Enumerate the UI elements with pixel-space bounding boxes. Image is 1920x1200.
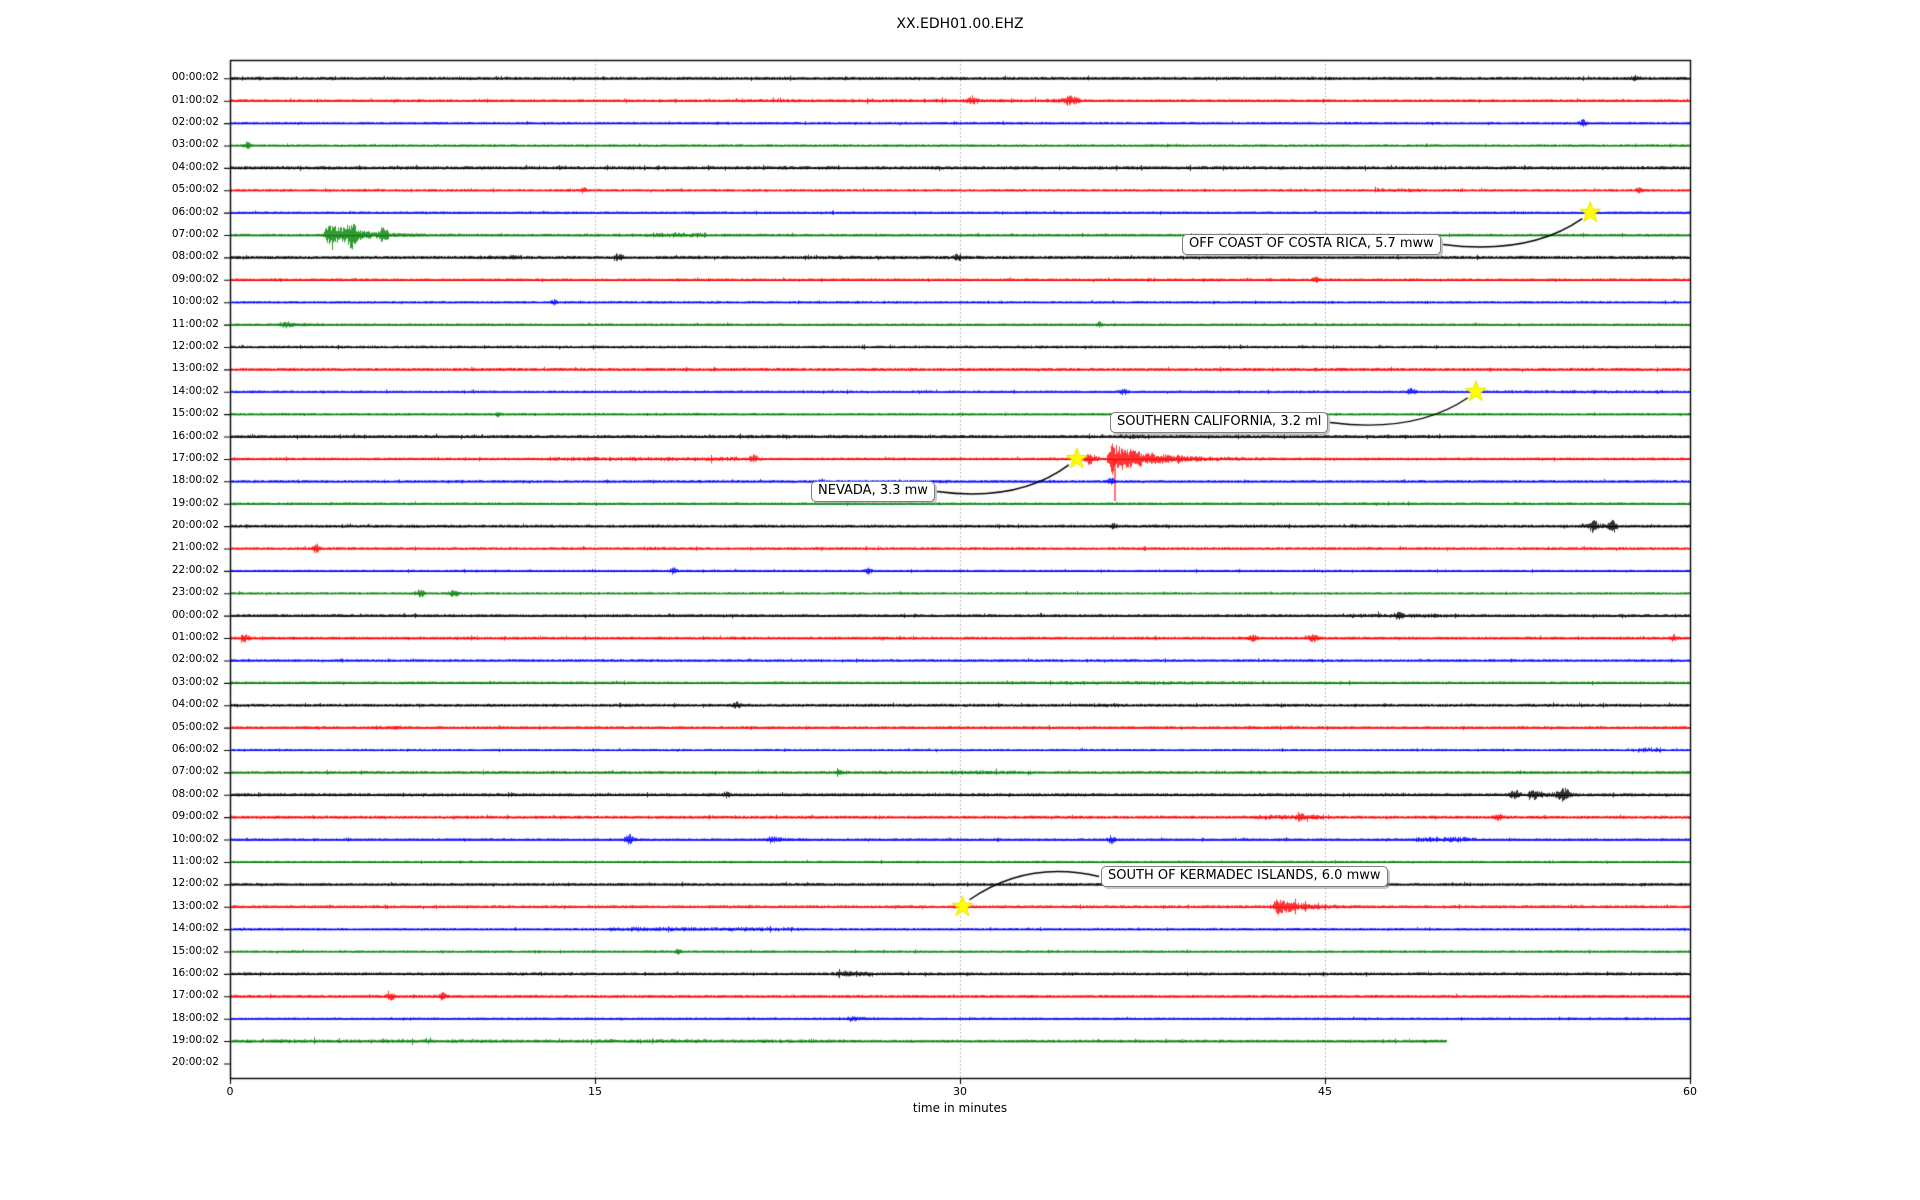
event-annotations-layer: OFF COAST OF COSTA RICA, 5.7 mww SOUTHERN…	[0, 0, 1920, 1200]
earthquake-annotation: NEVADA, 3.3 mw	[811, 481, 935, 502]
earthquake-annotation: OFF COAST OF COSTA RICA, 5.7 mww	[1182, 234, 1441, 255]
earthquake-annotation: SOUTH OF KERMADEC ISLANDS, 6.0 mww	[1101, 866, 1388, 887]
helicorder-figure: XX.EDH01.00.EHZ 00:00:02 01:00:02 02:00:02…	[0, 0, 1920, 1200]
earthquake-annotation: SOUTHERN CALIFORNIA, 3.2 ml	[1110, 412, 1329, 433]
